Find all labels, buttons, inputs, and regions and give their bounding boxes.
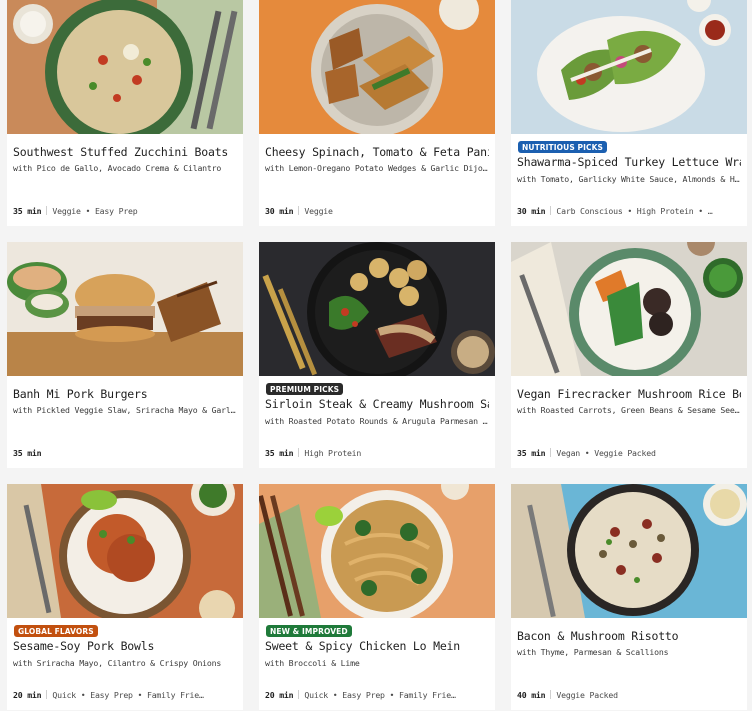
recipe-meta: 20 min Quick • Easy Prep • Family Frie… — [13, 690, 237, 700]
recipe-subtitle: with Roasted Potato Rounds & Arugula Par… — [265, 416, 489, 426]
recipe-meta: 30 min Veggie — [265, 206, 489, 216]
recipe-tags: Carb Conscious • High Protein • … — [556, 206, 713, 216]
recipe-title[interactable]: Cheesy Spinach, Tomato & Feta Panini — [265, 145, 489, 159]
meta-divider — [550, 690, 552, 699]
recipe-meta: 30 min Carb Conscious • High Protein • … — [517, 206, 741, 216]
recipe-tags: Veggie — [304, 206, 333, 216]
recipe-subtitle: with Thyme, Parmesan & Scallions — [517, 647, 669, 657]
recipe-title[interactable]: Sirloin Steak & Creamy Mushroom Sauce — [265, 397, 489, 411]
meta-divider — [298, 690, 300, 699]
cook-time: 30 min — [265, 206, 294, 216]
recipe-meta: 20 min Quick • Easy Prep • Family Frie… — [265, 690, 489, 700]
recipe-title[interactable]: Vegan Firecracker Mushroom Rice Bowls — [517, 387, 741, 401]
badge-global-flavors: GLOBAL FLAVORS — [14, 625, 98, 637]
recipe-tags: Veggie Packed — [556, 690, 618, 700]
meta-divider — [550, 206, 552, 215]
badge-new-improved: NEW & IMPROVED — [266, 625, 352, 637]
recipe-meta: 40 min Veggie Packed — [517, 690, 741, 700]
recipe-subtitle: with Roasted Carrots, Green Beans & Sesa… — [517, 405, 741, 415]
cook-time: 30 min — [517, 206, 546, 216]
recipe-subtitle: with Broccoli & Lime — [265, 658, 360, 668]
recipe-subtitle: with Pickled Veggie Slaw, Sriracha Mayo … — [13, 405, 237, 415]
cook-time: 20 min — [13, 690, 42, 700]
badge-premium-picks: PREMIUM PICKS — [266, 383, 344, 395]
recipe-title[interactable]: Southwest Stuffed Zucchini Boats — [13, 145, 237, 159]
recipe-meta: 35 min — [13, 448, 237, 458]
recipe-card-zucchini-boats[interactable]: Southwest Stuffed Zucchini Boats with Pi… — [7, 0, 243, 226]
recipe-grid: Southwest Stuffed Zucchini Boats with Pi… — [0, 0, 752, 711]
recipe-image-lo-mein[interactable] — [259, 484, 495, 618]
recipe-card-risotto[interactable]: Bacon & Mushroom Risotto with Thyme, Par… — [511, 484, 747, 710]
cook-time: 35 min — [265, 448, 294, 458]
recipe-tags: Quick • Easy Prep • Family Frie… — [52, 690, 204, 700]
recipe-title[interactable]: Shawarma-Spiced Turkey Lettuce Wraps — [517, 155, 741, 169]
recipe-card-pork-bowls[interactable]: GLOBAL FLAVORS Sesame-Soy Pork Bowls wit… — [7, 484, 243, 710]
recipe-card-lo-mein[interactable]: NEW & IMPROVED Sweet & Spicy Chicken Lo … — [259, 484, 495, 710]
recipe-subtitle: with Lemon-Oregano Potato Wedges & Garli… — [265, 163, 489, 173]
recipe-tags: Vegan • Veggie Packed — [556, 448, 656, 458]
cook-time: 35 min — [13, 206, 42, 216]
recipe-meta: 35 min Veggie • Easy Prep — [13, 206, 237, 216]
recipe-meta: 35 min Vegan • Veggie Packed — [517, 448, 741, 458]
recipe-image-risotto[interactable] — [511, 484, 747, 618]
recipe-card-panini[interactable]: Cheesy Spinach, Tomato & Feta Panini wit… — [259, 0, 495, 226]
meta-divider — [298, 206, 300, 215]
recipe-image-firecracker-bowls[interactable] — [511, 242, 747, 376]
cook-time: 40 min — [517, 690, 546, 700]
meta-divider — [46, 690, 48, 699]
recipe-card-sirloin-steak[interactable]: PREMIUM PICKS Sirloin Steak & Creamy Mus… — [259, 242, 495, 468]
recipe-title[interactable]: Banh Mi Pork Burgers — [13, 387, 237, 401]
recipe-tags: Quick • Easy Prep • Family Frie… — [304, 690, 456, 700]
recipe-subtitle: with Sriracha Mayo, Cilantro & Crispy On… — [13, 658, 222, 668]
recipe-image-panini[interactable] — [259, 0, 495, 134]
recipe-image-pork-bowls[interactable] — [7, 484, 243, 618]
badge-nutritious-picks: NUTRITIOUS PICKS — [518, 141, 608, 153]
cook-time: 35 min — [13, 448, 42, 458]
recipe-title[interactable]: Sweet & Spicy Chicken Lo Mein — [265, 639, 489, 653]
recipe-tags: Veggie • Easy Prep — [52, 206, 138, 216]
recipe-card-banh-mi-burgers[interactable]: Banh Mi Pork Burgers with Pickled Veggie… — [7, 242, 243, 468]
recipe-card-lettuce-wraps[interactable]: NUTRITIOUS PICKS Shawarma-Spiced Turkey … — [511, 0, 747, 226]
meta-divider — [550, 448, 552, 457]
recipe-image-banh-mi-burgers[interactable] — [7, 242, 243, 376]
recipe-card-firecracker-bowls[interactable]: Vegan Firecracker Mushroom Rice Bowls wi… — [511, 242, 747, 468]
recipe-subtitle: with Tomato, Garlicky White Sauce, Almon… — [517, 174, 741, 184]
recipe-title[interactable]: Sesame-Soy Pork Bowls — [13, 639, 237, 653]
recipe-title[interactable]: Bacon & Mushroom Risotto — [517, 629, 741, 643]
recipe-image-zucchini-boats[interactable] — [7, 0, 243, 134]
recipe-meta: 35 min High Protein — [265, 448, 489, 458]
recipe-image-sirloin-steak[interactable] — [259, 242, 495, 376]
meta-divider — [46, 206, 48, 215]
recipe-tags: High Protein — [304, 448, 362, 458]
recipe-subtitle: with Pico de Gallo, Avocado Crema & Cila… — [13, 163, 222, 173]
meta-divider — [298, 448, 300, 457]
cook-time: 20 min — [265, 690, 294, 700]
cook-time: 35 min — [517, 448, 546, 458]
recipe-image-lettuce-wraps[interactable] — [511, 0, 747, 134]
